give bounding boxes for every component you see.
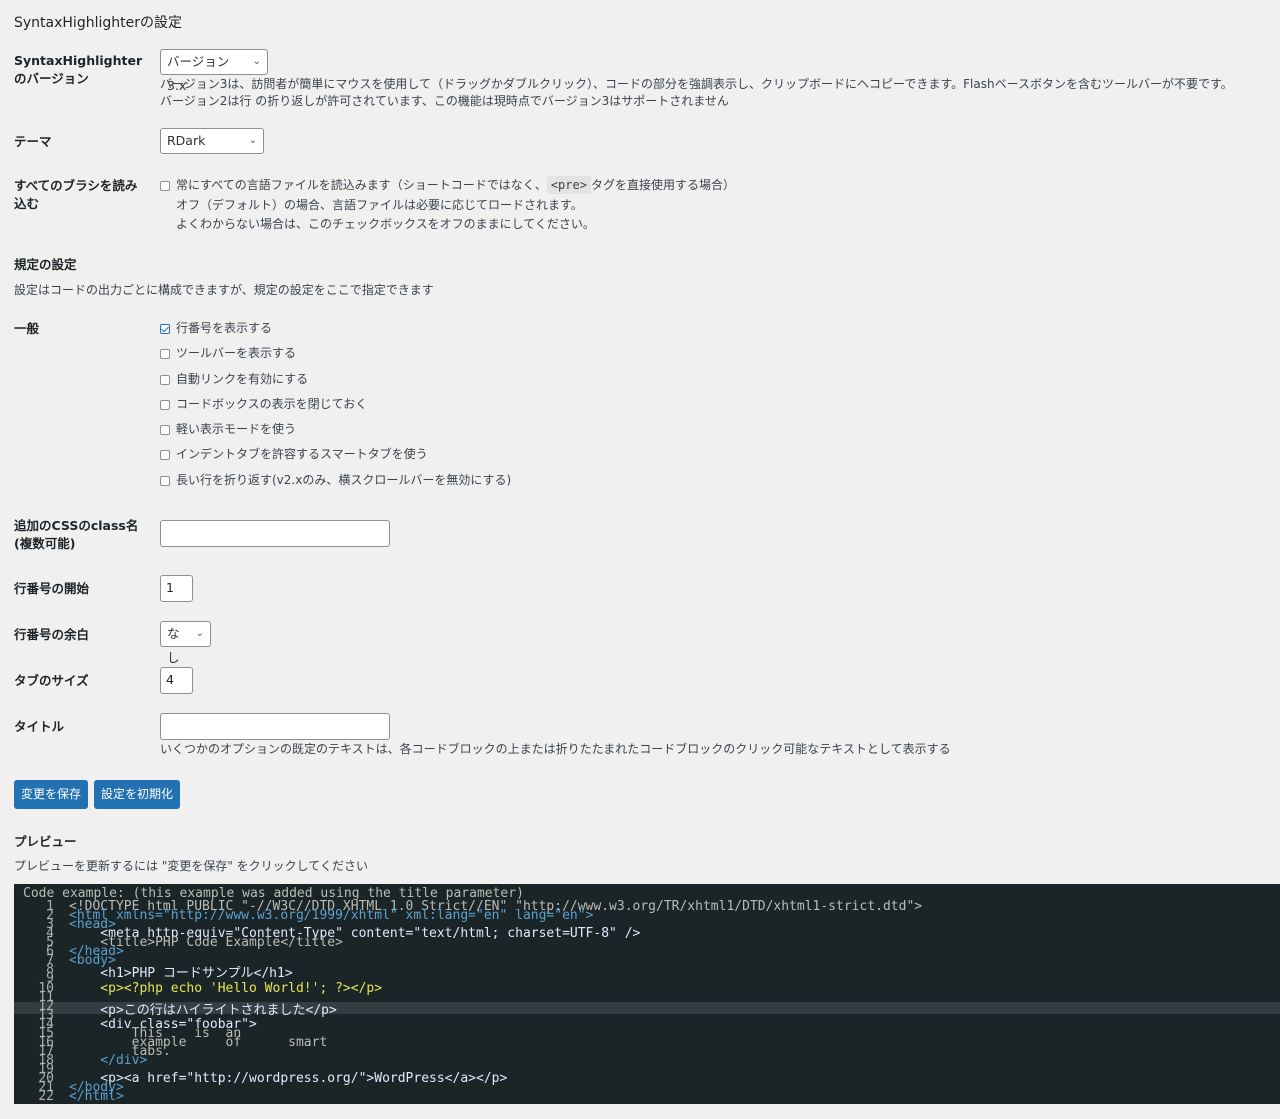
show-toolbar-checkbox[interactable] (160, 349, 170, 359)
light-mode-label: 軽い表示モードを使う (176, 422, 297, 436)
wrap-lines-checkbox[interactable] (160, 476, 170, 486)
code-line: <h1>PHP コードサンプル</h1> (69, 966, 293, 981)
load-all-text-after: タグを直接使用する場合） (590, 178, 735, 192)
title-label: タイトル (14, 719, 65, 734)
code-line: <p>この行はハイライトされました</p> (69, 1003, 337, 1018)
line-start-label: 行番号の開始 (14, 581, 90, 596)
tab-size-label: タブのサイズ (14, 673, 89, 688)
chevron-down-icon: ⌄ (248, 135, 257, 146)
show-line-numbers-checkbox[interactable] (160, 324, 170, 334)
pre-tag: <pre> (546, 176, 591, 194)
auto-links-checkbox[interactable] (160, 375, 170, 385)
preview-heading: プレビュー (14, 834, 77, 849)
theme-label: テーマ (14, 134, 52, 149)
defaults-desc: 設定はコードの出力ごとに構成できますが、規定の設定をここで指定できます (14, 283, 434, 297)
code-line: </html> (69, 1089, 124, 1104)
collapse-box-checkbox[interactable] (160, 400, 170, 410)
theme-select[interactable]: RDark ⌄ (160, 128, 264, 154)
line-padding-select-value: なし (167, 626, 180, 665)
load-all-text-before: 常にすべての言語ファイルを読込みます（ショートコードではなく、 (176, 178, 547, 192)
preview-desc: プレビューを更新するには "変更を保存" をクリックしてください (14, 859, 368, 873)
code-line: <html xmlns="http://www.w3.org/1999/xhtm… (69, 908, 594, 923)
code-line: <p><?php echo 'Hello World!'; ?></p> (69, 981, 383, 996)
load-all-checkbox-text: 常にすべての言語ファイルを読込みます（ショートコードではなく、 <pre> タグを直… (176, 176, 735, 194)
smart-tabs-label: インデントタブを許容するスマートタブを使う (176, 447, 428, 461)
load-all-desc-2: よくわからない場合は、このチェックボックスをオフのままにしてください。 (176, 217, 595, 231)
version-select[interactable]: バージョン 3.x ⌄ (160, 49, 268, 93)
collapse-box-label: コードボックスの表示を閉じておく (176, 397, 368, 411)
title-desc: いくつかのオプションの既定のテキストは、各コードブロックの上または折りたたまれた… (160, 742, 951, 756)
save-button[interactable]: 変更を保存 (14, 780, 89, 809)
load-all-label: すべてのブラシを読み込む (14, 178, 138, 211)
wrap-lines-label: 長い行を折り返す(v2.xのみ、横スクロールバーを無効にする) (176, 473, 512, 487)
css-class-input[interactable] (160, 520, 390, 547)
auto-links-label: 自動リンクを有効にする (176, 372, 309, 386)
line-start-input[interactable]: 1 (160, 575, 193, 602)
load-all-desc-1: オフ（デフォルト）の場合、言語ファイルは必要に応じてロードされます。 (176, 198, 583, 212)
reset-button[interactable]: 設定を初期化 (94, 780, 181, 809)
theme-select-value: RDark (167, 133, 206, 148)
css-class-label-line1: 追加のCSSのclass名 (14, 518, 139, 533)
tab-size-input[interactable]: 4 (160, 667, 193, 694)
code-preview: Code example: (this example was added us… (14, 884, 1280, 1104)
show-line-numbers-label: 行番号を表示する (176, 321, 273, 335)
version-desc-1: バージョン3は、訪問者が簡単にマウスを使用して（ドラッグかダブルクリック）、コー… (160, 77, 1233, 91)
line-padding-select[interactable]: なし ⌄ (160, 621, 211, 665)
smart-tabs-checkbox[interactable] (160, 450, 170, 460)
line-number: 22 (38, 1089, 54, 1104)
title-input[interactable] (160, 713, 390, 740)
chevron-down-icon: ⌄ (252, 56, 261, 67)
defaults-heading: 規定の設定 (14, 257, 77, 272)
chevron-down-icon: ⌄ (195, 628, 204, 639)
css-class-label-line2: (複数可能) (14, 536, 76, 551)
page-title: SyntaxHighlighterの設定 (14, 15, 182, 31)
version-desc-2: バージョン2は行 の折り返しが許可されています、この機能は現時点でバージョン3は… (160, 94, 729, 108)
general-label: 一般 (14, 321, 40, 336)
code-line: <p><a href="http://wordpress.org/">WordP… (69, 1071, 508, 1086)
line-padding-label: 行番号の余白 (14, 627, 90, 642)
code-line: </div> (69, 1053, 148, 1068)
load-all-checkbox[interactable] (160, 181, 170, 191)
show-toolbar-label: ツールバーを表示する (176, 346, 297, 360)
light-mode-checkbox[interactable] (160, 425, 170, 435)
css-class-label: 追加のCSSのclass名 (複数可能) (14, 517, 149, 553)
version-label: SyntaxHighlighterのバージョン (14, 53, 143, 86)
